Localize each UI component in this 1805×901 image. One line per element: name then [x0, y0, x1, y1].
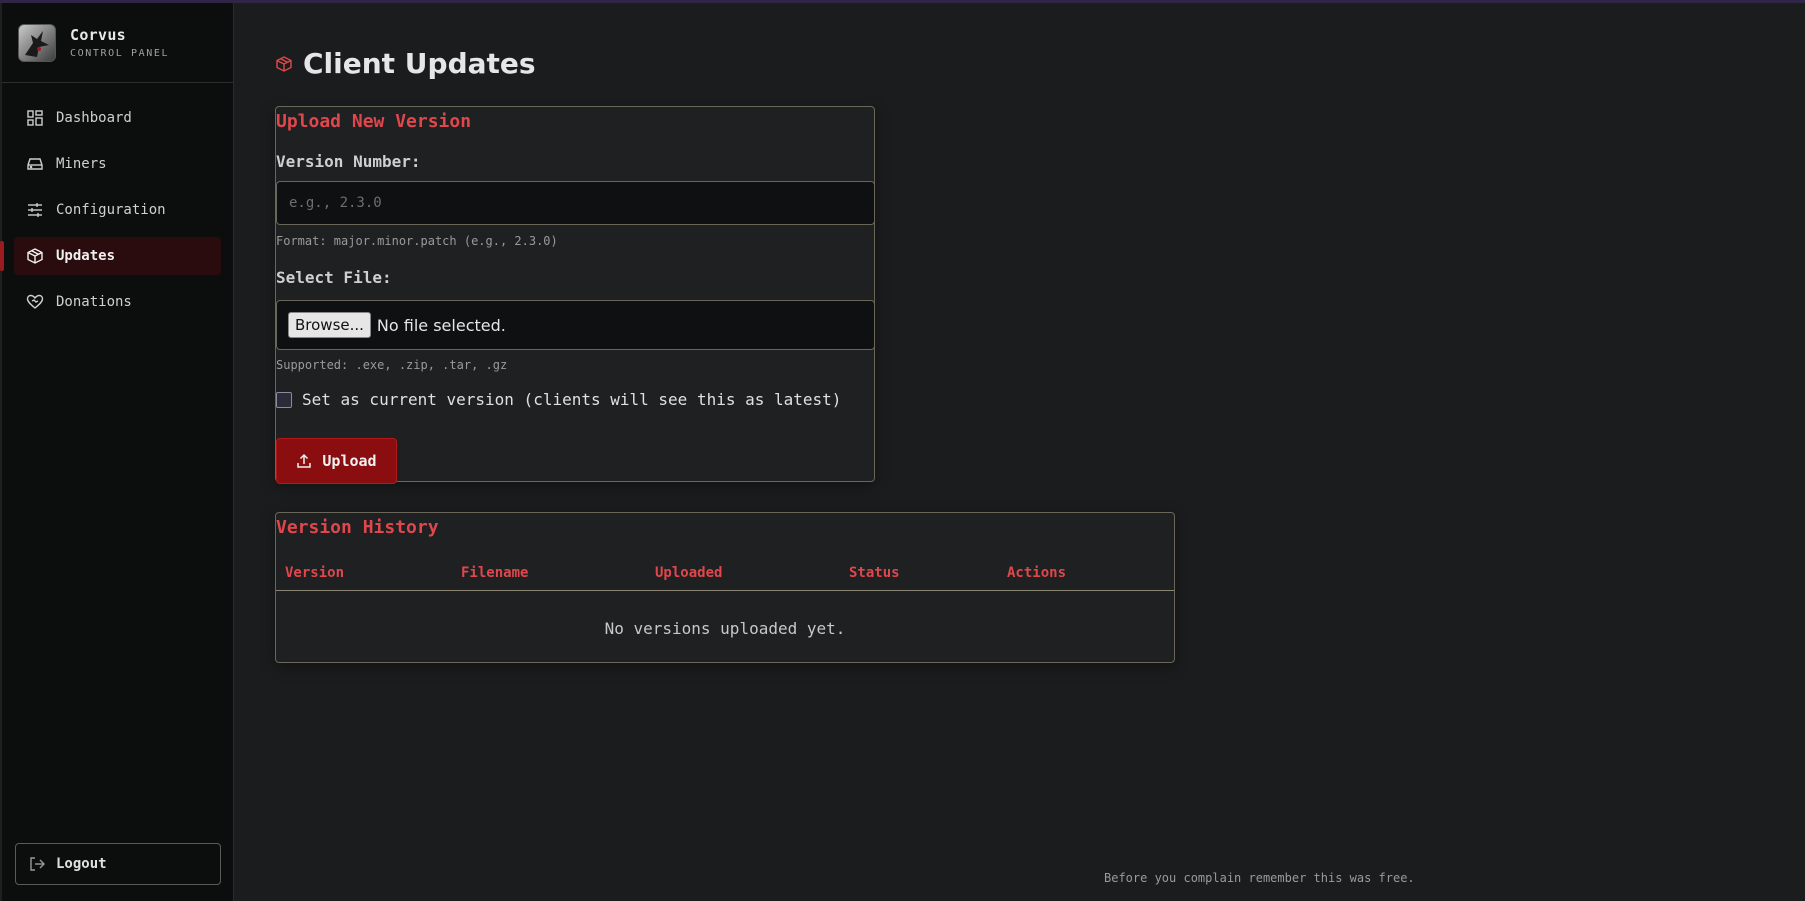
column-header-status[interactable]: Status — [849, 565, 900, 581]
set-current-checkbox[interactable] — [276, 391, 292, 408]
heart-handshake-icon — [26, 293, 44, 311]
brand-subtitle: CONTROL PANEL — [70, 48, 170, 59]
upload-card-title: Upload New Version — [276, 111, 472, 132]
table-header: Version Filename Uploaded Status Actions — [276, 557, 1174, 591]
version-number-input[interactable] — [276, 181, 875, 225]
file-status: No file selected. — [376, 315, 506, 335]
sidebar-item-dashboard[interactable]: Dashboard — [14, 99, 221, 137]
sidebar-item-label: Dashboard — [56, 110, 132, 126]
sidebar-item-miners[interactable]: Miners — [14, 145, 221, 183]
column-header-filename[interactable]: Filename — [461, 565, 528, 581]
footer-text: Before you complain remember this was fr… — [1104, 871, 1415, 885]
version-history-card: Version History Version Filename Uploade… — [275, 512, 1175, 663]
package-icon — [26, 247, 44, 265]
set-current-label: Set as current version (clients will see… — [302, 390, 842, 409]
version-history-title: Version History — [276, 517, 439, 538]
empty-table-message: No versions uploaded yet. — [604, 619, 846, 638]
select-file-label: Select File: — [276, 268, 392, 287]
dashboard-icon — [26, 109, 44, 127]
sidebar-item-label: Miners — [56, 156, 107, 172]
set-current-row: Set as current version (clients will see… — [276, 390, 841, 409]
upload-button-label: Upload — [322, 452, 377, 470]
version-number-label: Version Number: — [276, 152, 421, 171]
sidebar-item-configuration[interactable]: Configuration — [14, 191, 221, 229]
brand-name: Corvus — [70, 26, 126, 44]
sidebar-item-label: Updates — [56, 248, 116, 264]
sidebar-item-updates[interactable]: Updates — [0, 237, 221, 275]
upload-button[interactable]: Upload — [276, 438, 397, 484]
sidebar-item-label: Donations — [56, 294, 132, 310]
logout-label: Logout — [56, 856, 107, 872]
page-title: Client Updates — [303, 47, 536, 80]
drive-icon — [26, 155, 44, 173]
supported-formats-hint: Supported: .exe, .zip, .tar, .gz — [276, 358, 508, 372]
sidebar-item-donations[interactable]: Donations — [14, 283, 221, 321]
column-header-uploaded[interactable]: Uploaded — [655, 565, 722, 581]
browse-button[interactable]: Browse... — [288, 312, 371, 338]
version-format-hint: Format: major.minor.patch (e.g., 2.3.0) — [276, 234, 558, 248]
brand: Corvus CONTROL PANEL — [2, 3, 233, 83]
main-content: Client Updates Upload New Version Versio… — [235, 3, 1805, 901]
upload-icon — [296, 453, 312, 469]
corvus-logo-icon — [18, 23, 56, 62]
sidebar-item-label: Configuration — [56, 202, 166, 218]
column-header-version[interactable]: Version — [285, 565, 344, 581]
file-input: Browse... No file selected. — [276, 300, 875, 350]
column-header-actions[interactable]: Actions — [1007, 565, 1066, 581]
logout-button[interactable]: Logout — [15, 843, 221, 885]
sidebar: Corvus CONTROL PANEL Dashboard Miners Co… — [0, 3, 234, 901]
page-header: Client Updates — [275, 47, 536, 80]
upload-card: Upload New Version Version Number: Forma… — [275, 106, 875, 484]
sliders-icon — [26, 201, 44, 219]
package-icon — [275, 55, 293, 73]
sidebar-nav: Dashboard Miners Configuration Updates D… — [0, 83, 233, 321]
logout-icon — [28, 855, 46, 873]
